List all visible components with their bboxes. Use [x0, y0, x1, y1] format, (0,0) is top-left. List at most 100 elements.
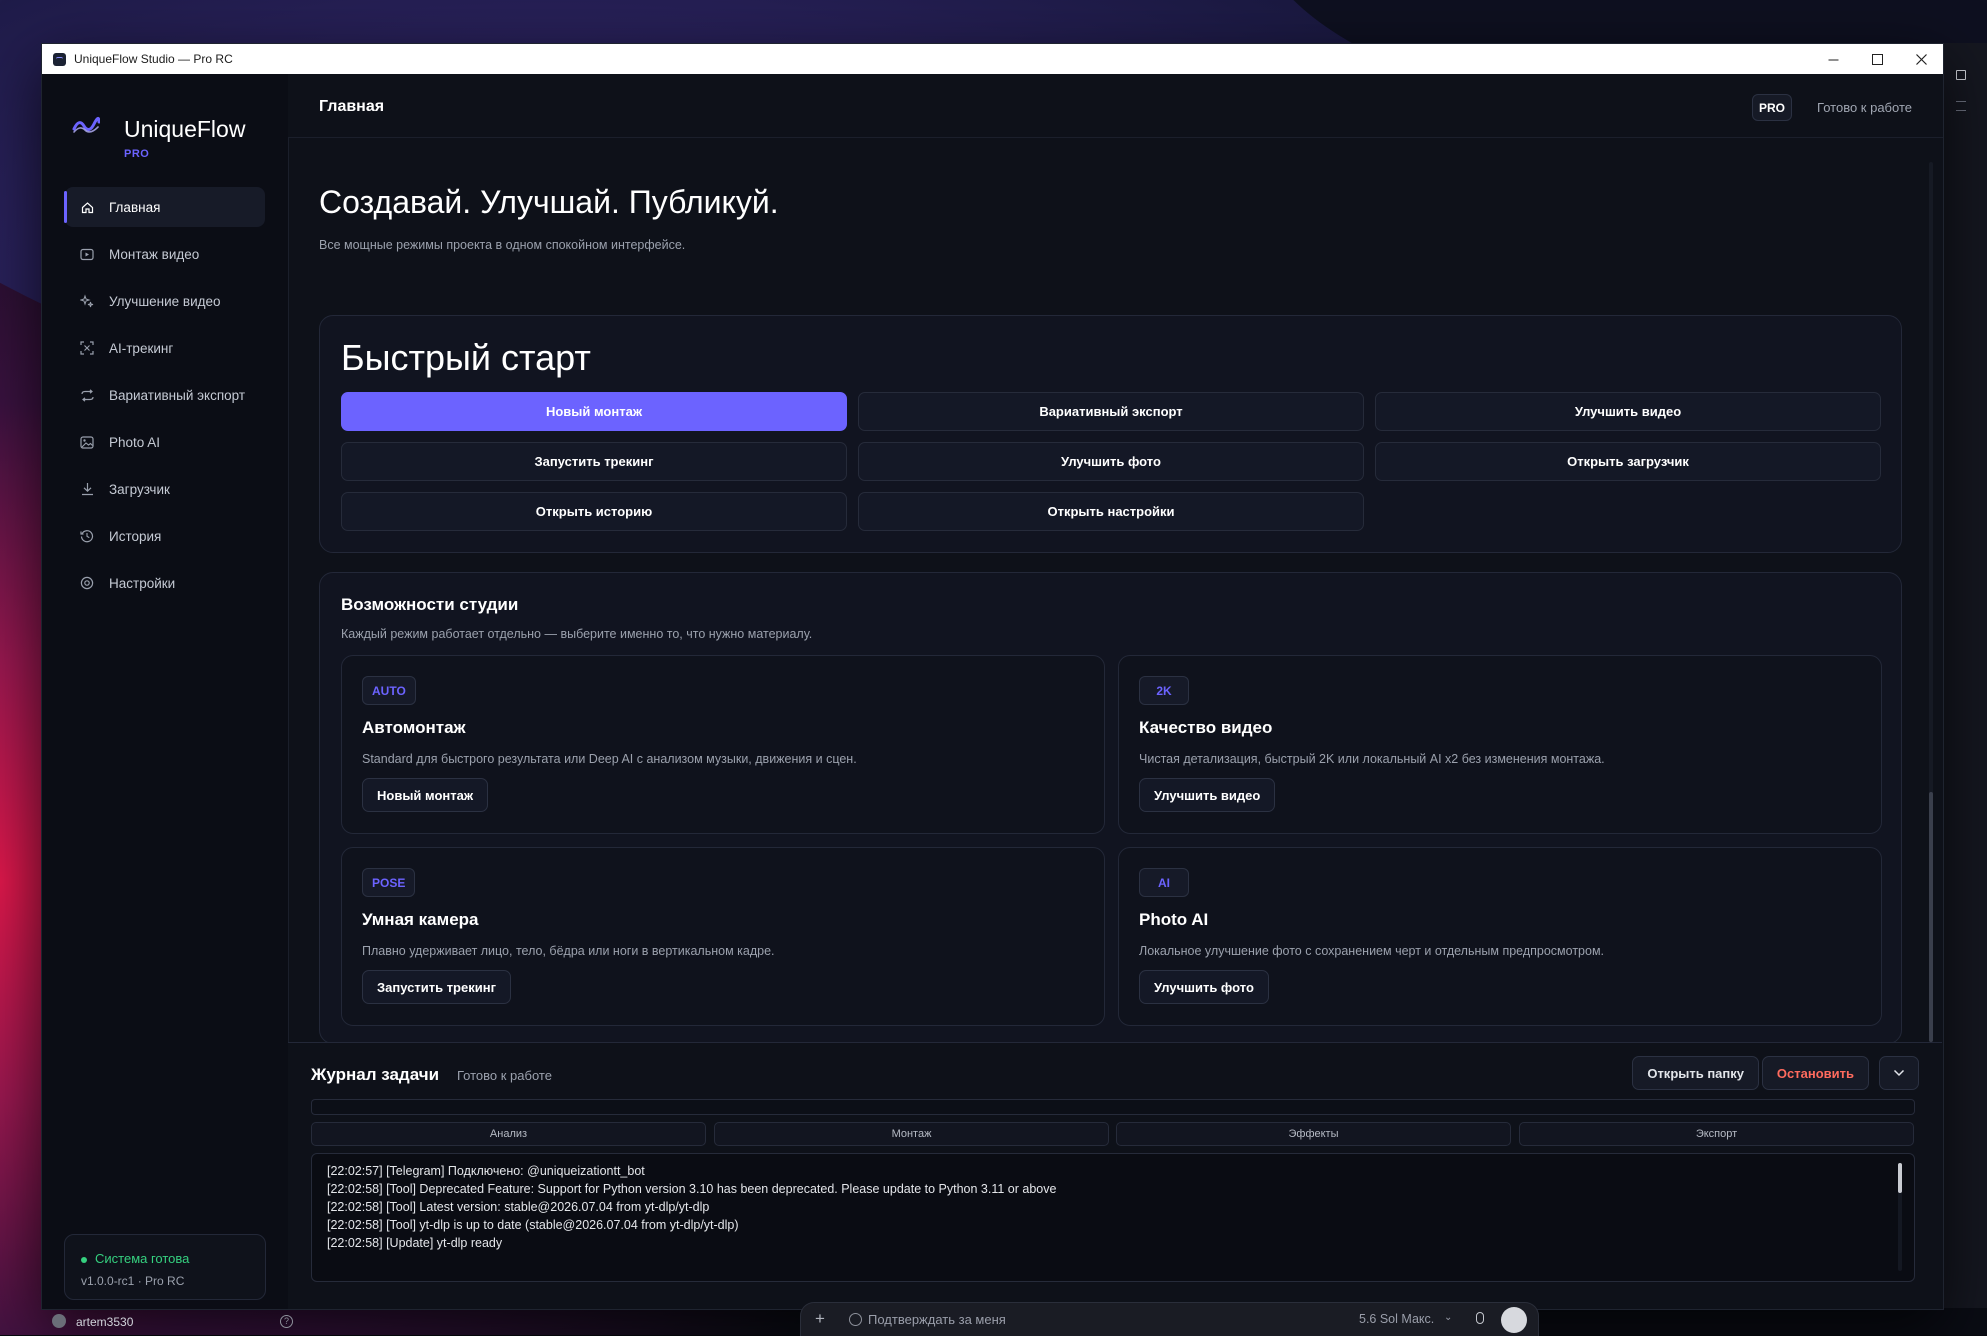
log-console[interactable]: [22:02:57] [Telegram] Подключено: @uniqu…	[311, 1153, 1915, 1282]
enhance-photo-card-button[interactable]: Улучшить фото	[1139, 970, 1269, 1004]
brand-tag: PRO	[124, 148, 150, 160]
new-edit-button[interactable]: Новый монтаж	[341, 392, 847, 431]
sidebar-item-home[interactable]: Главная	[64, 187, 265, 227]
chevron-down-icon	[1893, 1069, 1905, 1077]
list-icon[interactable]	[1956, 101, 1966, 111]
repeat-icon	[79, 387, 95, 403]
sidebar-item-downloader[interactable]: Загрузчик	[65, 469, 265, 509]
feature-description: Плавно удерживает лицо, тело, бёдра или …	[362, 944, 775, 958]
maximize-icon[interactable]	[1855, 44, 1899, 74]
sidebar-item-label: Вариативный экспорт	[109, 387, 246, 403]
hero-title: Создавай. Улучшай. Публикуй.	[319, 184, 779, 220]
stop-button[interactable]: Остановить	[1761, 1056, 1869, 1090]
microphone-icon[interactable]	[1476, 1312, 1484, 1324]
feature-card-photo-ai: AI Photo AI Локальное улучшение фото с с…	[1118, 847, 1882, 1026]
hero-subtitle: Все мощные режимы проекта в одном спокой…	[319, 238, 686, 252]
sidebar-item-label: Улучшение видео	[109, 293, 221, 309]
sidebar-item-variant-export[interactable]: Вариативный экспорт	[65, 375, 265, 415]
chat-input[interactable]: Подтверждать за меня	[868, 1312, 1006, 1327]
sidebar-item-label: Монтаж видео	[109, 246, 200, 262]
features-title: Возможности студии	[341, 595, 519, 614]
download-icon	[79, 481, 95, 497]
chevron-down-icon[interactable]: ⌄	[1444, 1312, 1452, 1323]
window-icon[interactable]	[1956, 70, 1966, 80]
log-scrollbar-thumb[interactable]	[1898, 1163, 1902, 1193]
image-icon	[79, 434, 95, 450]
collapse-log-button[interactable]	[1879, 1056, 1919, 1090]
avatar	[52, 1314, 66, 1328]
variant-export-button[interactable]: Вариативный экспорт	[858, 392, 1364, 431]
sidebar: UniqueFlow PRO Главная Монтаж видео Улуч…	[42, 74, 289, 1309]
feature-badge: 2K	[1139, 676, 1189, 705]
status-text: Готово к работе	[1817, 100, 1912, 115]
plus-icon[interactable]: +	[815, 1309, 825, 1329]
stage-editing: Монтаж	[714, 1122, 1109, 1146]
pro-badge: PRO	[1751, 94, 1792, 121]
scrollbar-thumb[interactable]	[1929, 792, 1933, 1042]
approve-icon	[849, 1313, 862, 1326]
log-line: [22:02:58] [Tool] Deprecated Feature: Su…	[327, 1182, 1057, 1196]
help-icon[interactable]: ?	[280, 1315, 293, 1328]
studio-features-panel: Возможности студии Каждый режим работает…	[319, 572, 1902, 1042]
main-content: Создавай. Улучшай. Публикуй. Все мощные …	[288, 138, 1942, 1042]
settings-icon	[79, 575, 95, 591]
content-scrollbar[interactable]	[1929, 162, 1933, 1042]
chat-input-bar[interactable]: + Подтверждать за меня 5.6 Sol Макс. ⌄	[800, 1302, 1539, 1336]
sidebar-item-label: Главная	[109, 199, 161, 215]
enhance-photo-button[interactable]: Улучшить фото	[858, 442, 1364, 481]
new-edit-card-button[interactable]: Новый монтаж	[362, 778, 489, 812]
feature-title: Умная камера	[362, 910, 479, 929]
model-selector[interactable]: 5.6 Sol Макс.	[1359, 1312, 1434, 1326]
enhance-video-button[interactable]: Улучшить видео	[1375, 392, 1881, 431]
log-title: Журнал задачи	[311, 1065, 440, 1084]
title-bar[interactable]: UniqueFlow Studio — Pro RC	[42, 44, 1943, 74]
log-scrollbar[interactable]	[1898, 1163, 1902, 1271]
app-logo-icon	[53, 52, 66, 66]
app-version: v1.0.0-rc1 · Pro RC	[81, 1274, 185, 1288]
quick-start-panel: Быстрый старт Новый монтаж Вариативный э…	[319, 315, 1902, 553]
sidebar-item-ai-tracking[interactable]: AI-трекинг	[65, 328, 265, 368]
home-icon	[79, 199, 95, 215]
sidebar-item-video-editing[interactable]: Монтаж видео	[65, 234, 265, 274]
wave-logo-icon	[72, 117, 100, 133]
start-tracking-button[interactable]: Запустить трекинг	[341, 442, 847, 481]
sidebar-item-video-enhance[interactable]: Улучшение видео	[65, 281, 265, 321]
log-status: Готово к работе	[457, 1068, 552, 1083]
system-status-text: Система готова	[81, 1251, 189, 1266]
quick-start-title: Быстрый старт	[341, 337, 591, 378]
feature-title: Photo AI	[1139, 910, 1209, 929]
open-history-button[interactable]: Открыть историю	[341, 492, 847, 531]
close-icon[interactable]	[1899, 44, 1943, 74]
enhance-video-card-button[interactable]: Улучшить видео	[1139, 778, 1276, 812]
background-window-edge	[1942, 43, 1987, 1308]
minimize-icon[interactable]	[1811, 44, 1855, 74]
username: artem3530	[76, 1315, 134, 1329]
sidebar-item-label: Photo AI	[109, 434, 161, 450]
open-folder-button[interactable]: Открыть папку	[1632, 1056, 1759, 1090]
feature-card-video-quality: 2K Качество видео Чистая детализация, бы…	[1118, 655, 1882, 834]
feature-badge: AUTO	[362, 676, 416, 705]
brand-name: UniqueFlow	[124, 116, 246, 142]
feature-badge: AI	[1139, 868, 1189, 897]
start-tracking-card-button[interactable]: Запустить трекинг	[362, 970, 511, 1004]
sidebar-item-settings[interactable]: Настройки	[65, 563, 265, 603]
stage-effects: Эффекты	[1116, 1122, 1511, 1146]
log-line: [22:02:58] [Tool] yt-dlp is up to date (…	[327, 1218, 739, 1232]
top-bar: Главная PRO Готово к работе	[288, 74, 1943, 138]
video-play-icon	[79, 246, 95, 262]
sparkles-icon	[79, 293, 95, 309]
feature-description: Чистая детализация, быстрый 2K или локал…	[1139, 752, 1605, 766]
feature-title: Автомонтаж	[362, 718, 466, 737]
feature-title: Качество видео	[1139, 718, 1273, 737]
voice-icon[interactable]	[1501, 1307, 1527, 1333]
sidebar-item-photo-ai[interactable]: Photo AI	[65, 422, 265, 462]
feature-card-smart-camera: POSE Умная камера Плавно удерживает лицо…	[341, 847, 1105, 1026]
open-downloader-button[interactable]: Открыть загрузчик	[1375, 442, 1881, 481]
open-settings-button[interactable]: Открыть настройки	[858, 492, 1364, 531]
page-title: Главная	[319, 98, 385, 115]
sidebar-item-label: История	[109, 528, 162, 544]
task-progress-bar	[311, 1099, 1915, 1115]
sidebar-item-history[interactable]: История	[65, 516, 265, 556]
taskbar-user[interactable]: artem3530 ?	[40, 1308, 300, 1335]
tracking-icon	[79, 340, 95, 356]
